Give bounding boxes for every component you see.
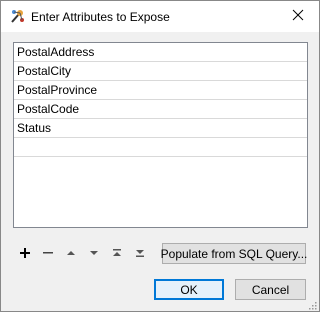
- move-down-icon: [89, 247, 99, 261]
- fme-workbench-icon: [9, 8, 25, 24]
- move-up-button[interactable]: [62, 246, 80, 262]
- list-item[interactable]: PostalCity: [14, 62, 307, 81]
- plus-icon: [19, 247, 31, 262]
- minus-icon: [42, 247, 54, 262]
- populate-from-sql-query-button[interactable]: Populate from SQL Query...: [161, 243, 307, 264]
- move-down-button[interactable]: [85, 246, 103, 262]
- list-item[interactable]: Status: [14, 119, 307, 138]
- resize-grip-icon[interactable]: [307, 299, 317, 310]
- ok-button[interactable]: OK: [154, 279, 224, 300]
- close-button[interactable]: [277, 1, 319, 32]
- remove-button[interactable]: [39, 246, 57, 262]
- title-bar[interactable]: Enter Attributes to Expose: [1, 1, 319, 32]
- list-item[interactable]: PostalCode: [14, 100, 307, 119]
- move-to-bottom-icon: [135, 247, 145, 261]
- move-to-top-icon: [112, 247, 122, 261]
- move-up-icon: [66, 247, 76, 261]
- move-to-bottom-button[interactable]: [131, 246, 149, 262]
- attributes-list[interactable]: PostalAddress PostalCity PostalProvince …: [13, 42, 308, 228]
- close-icon: [292, 9, 304, 24]
- list-item-empty[interactable]: [14, 138, 307, 157]
- add-button[interactable]: [16, 246, 34, 262]
- move-to-top-button[interactable]: [108, 246, 126, 262]
- dialog-window: Enter Attributes to Expose PostalAddress…: [0, 0, 320, 312]
- cancel-button[interactable]: Cancel: [235, 279, 306, 300]
- window-title: Enter Attributes to Expose: [31, 10, 170, 24]
- list-item[interactable]: PostalProvince: [14, 81, 307, 100]
- list-item[interactable]: PostalAddress: [14, 43, 307, 62]
